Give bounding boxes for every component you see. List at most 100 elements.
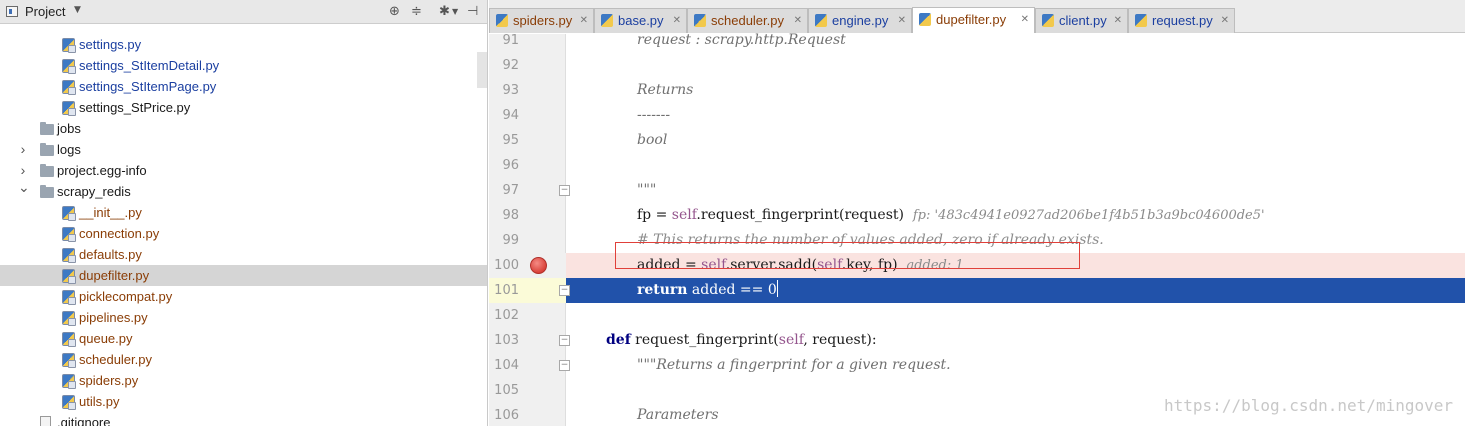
- code-token: """Returns a fingerprint for a given req…: [637, 357, 951, 373]
- code-line[interactable]: 91 request : scrapy.http.Request: [489, 28, 1465, 53]
- code-editor[interactable]: 91 request : scrapy.http.Request 92 93 Retur…: [489, 32, 1465, 426]
- tree-item[interactable]: picklecompat.py: [0, 286, 487, 307]
- collapse-all-icon[interactable]: ≑: [411, 4, 422, 20]
- python-file-icon: [62, 248, 76, 263]
- tree-item-label: defaults.py: [79, 247, 142, 262]
- tree-item-label: logs: [57, 142, 81, 157]
- code-text: Returns: [637, 78, 693, 103]
- breakpoint-icon[interactable]: [530, 257, 547, 274]
- code-line[interactable]: 102: [489, 303, 1465, 328]
- code-token: Parameters: [637, 407, 719, 423]
- tree-item[interactable]: ⌄ scrapy_redis: [0, 179, 487, 202]
- python-file-icon: [62, 311, 76, 326]
- chevron-right-icon[interactable]: ›: [18, 139, 28, 160]
- line-number: 92: [502, 58, 519, 73]
- tree-item-label: project.egg-info: [57, 163, 147, 178]
- tree-item-label: settings.py: [79, 37, 142, 52]
- line-number: 101: [494, 283, 519, 298]
- tree-item[interactable]: › logs: [0, 139, 487, 160]
- code-text: -------: [637, 103, 670, 128]
- python-file-icon: [62, 59, 76, 74]
- tree-item-label: settings_StItemPage.py: [79, 79, 217, 94]
- project-title[interactable]: Project: [25, 4, 65, 19]
- code-line[interactable]: 97 − """: [489, 178, 1465, 203]
- python-file-icon: [62, 206, 76, 221]
- code-line[interactable]: 95 bool: [489, 128, 1465, 153]
- code-token: bool: [637, 132, 668, 148]
- locate-icon[interactable]: ⊕: [389, 4, 400, 20]
- line-number: 100: [494, 258, 519, 273]
- python-file-icon: [62, 80, 76, 95]
- tree-item[interactable]: defaults.py: [0, 244, 487, 265]
- tree-item[interactable]: spiders.py: [0, 370, 487, 391]
- tree-item[interactable]: settings_StPrice.py: [0, 97, 487, 118]
- tree-item-label: utils.py: [79, 394, 120, 409]
- line-number: 96: [502, 158, 519, 173]
- line-number: 97: [502, 183, 519, 198]
- chevron-down-icon[interactable]: ▼: [452, 4, 458, 20]
- code-line[interactable]: 96: [489, 153, 1465, 178]
- line-number: 106: [494, 408, 519, 423]
- tree-item[interactable]: __init__.py: [0, 202, 487, 223]
- code-line[interactable]: 92: [489, 53, 1465, 78]
- tree-item-label: pipelines.py: [79, 310, 148, 325]
- project-icon: [6, 6, 18, 17]
- tree-item[interactable]: utils.py: [0, 391, 487, 412]
- tree-item[interactable]: connection.py: [0, 223, 487, 244]
- line-number: 102: [494, 308, 519, 323]
- folder-icon: [40, 185, 54, 198]
- code-line[interactable]: 104 − """Returns a fingerprint for a given…: [489, 353, 1465, 378]
- tree-scrollbar[interactable]: [477, 52, 487, 88]
- tree-item[interactable]: pipelines.py: [0, 307, 487, 328]
- python-file-icon: [62, 101, 76, 116]
- tree-item-label: jobs: [57, 121, 81, 136]
- tree-item[interactable]: jobs: [0, 118, 487, 139]
- python-file-icon: [62, 353, 76, 368]
- line-number: 103: [494, 333, 519, 348]
- python-file-icon: [919, 13, 931, 26]
- fold-icon[interactable]: −: [559, 185, 570, 196]
- gear-icon[interactable]: ✱: [439, 4, 450, 20]
- code-text: Parameters: [637, 403, 719, 426]
- project-header: Project ▼ ⊕ ≑ ✱ ▼ ⊣: [0, 0, 487, 24]
- code-text: return added == 0: [637, 278, 778, 303]
- python-file-icon: [62, 374, 76, 389]
- chevron-down-icon[interactable]: ▼: [74, 5, 81, 15]
- file-icon: [40, 416, 51, 426]
- tree-item[interactable]: › project.egg-info: [0, 160, 487, 181]
- folder-icon: [40, 143, 54, 156]
- python-file-icon: [1135, 14, 1147, 27]
- tree-item[interactable]: queue.py: [0, 328, 487, 349]
- tree-item[interactable]: settings.py: [0, 34, 487, 55]
- code-line[interactable]: 98 fp = self.request_fingerprint(request)…: [489, 203, 1465, 228]
- project-tool-window: Project ▼ ⊕ ≑ ✱ ▼ ⊣ settings.py settings_…: [0, 0, 488, 426]
- tree-item[interactable]: scheduler.py: [0, 349, 487, 370]
- code-token: fp =: [637, 207, 672, 223]
- tree-item-label: scheduler.py: [79, 352, 152, 367]
- code-line[interactable]: 94 -------: [489, 103, 1465, 128]
- code-line[interactable]: 101 − return added == 0: [489, 278, 1465, 303]
- folder-icon: [40, 164, 54, 177]
- line-number: 93: [502, 83, 519, 98]
- code-line[interactable]: 103 − def request_fingerprint(self, reques…: [489, 328, 1465, 353]
- fold-icon[interactable]: −: [559, 335, 570, 346]
- chevron-down-icon[interactable]: ⌄: [18, 177, 30, 198]
- fold-icon[interactable]: −: [559, 360, 570, 371]
- tree-item[interactable]: dupefilter.py: [0, 265, 487, 286]
- tree-item[interactable]: settings_StItemPage.py: [0, 76, 487, 97]
- tree-item-label: settings_StPrice.py: [79, 100, 191, 115]
- code-token: request_fingerprint(: [630, 332, 779, 348]
- python-file-icon: [496, 14, 508, 27]
- hide-panel-icon[interactable]: ⊣: [467, 4, 478, 20]
- code-text: bool: [637, 128, 667, 153]
- fold-icon[interactable]: −: [559, 285, 570, 296]
- tree-item-label: dupefilter.py: [79, 268, 150, 283]
- code-token: self: [671, 207, 697, 223]
- code-line[interactable]: 93 Returns: [489, 78, 1465, 103]
- line-number: 95: [502, 133, 519, 148]
- tree-item[interactable]: settings_StItemDetail.py: [0, 55, 487, 76]
- tree-item-label: picklecompat.py: [79, 289, 173, 304]
- tree-item[interactable]: .gitignore: [0, 412, 487, 426]
- tree-item-label: spiders.py: [79, 373, 139, 388]
- line-number: 98: [502, 208, 519, 223]
